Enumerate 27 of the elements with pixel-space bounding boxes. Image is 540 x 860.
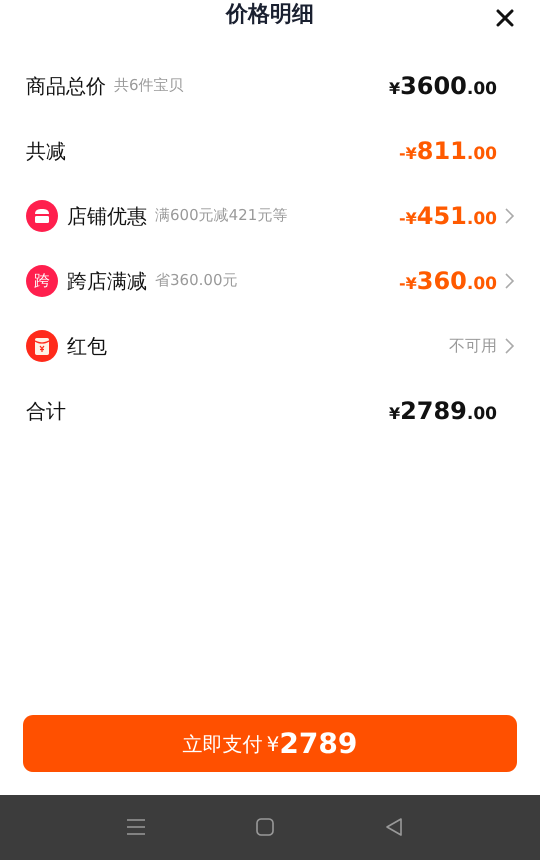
amount-text: -¥360.00 (398, 266, 497, 296)
back-icon[interactable] (385, 817, 403, 837)
shop-icon (26, 200, 58, 232)
row-label: 共减 (26, 138, 66, 164)
amount-text: ¥3600.00 (388, 70, 497, 102)
amount-text: -¥451.00 (398, 200, 497, 232)
envelope-icon (26, 330, 58, 362)
menu-icon[interactable] (126, 818, 146, 836)
row-label: 店铺优惠 (67, 202, 147, 230)
row-note: 满600元减421元等 (155, 205, 288, 226)
pay-button[interactable]: 立即支付 ¥2789 (23, 715, 517, 772)
row-label: 红包 (67, 332, 107, 360)
row-label: 商品总价 (26, 72, 106, 100)
chevron-icon[interactable] (505, 208, 514, 224)
row-label: 合计 (26, 398, 66, 424)
cross-store-badge: 跨 (26, 264, 58, 296)
row-note: 省360.00元 (155, 270, 238, 292)
status-text: 不可用 (449, 334, 497, 356)
row-label: 跨店满减 (67, 268, 147, 294)
row-note: 共6件宝贝 (114, 75, 184, 96)
sheet-title: 价格明细 (226, 1, 314, 29)
home-icon[interactable] (256, 818, 274, 836)
amount-text: -¥811.00 (398, 136, 497, 166)
close-icon[interactable] (496, 9, 514, 27)
chevron-icon[interactable] (505, 272, 514, 288)
chevron-icon[interactable] (505, 338, 514, 354)
amount-text: ¥2789.00 (388, 396, 497, 426)
